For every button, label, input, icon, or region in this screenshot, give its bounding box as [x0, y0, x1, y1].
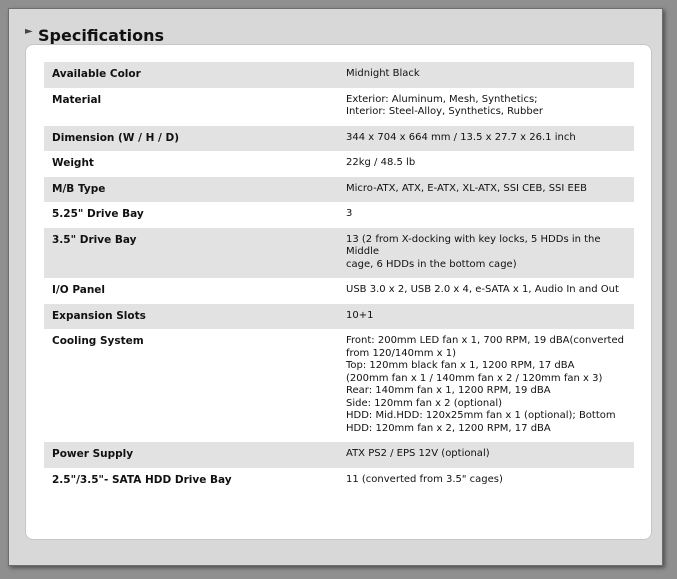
- spec-value: 11 (converted from 3.5" cages): [346, 473, 503, 485]
- spec-row-cooling-system: Cooling System Front: 200mm LED fan x 1,…: [44, 329, 634, 442]
- spec-value: Front: 200mm LED fan x 1, 700 RPM, 19 dB…: [346, 335, 624, 434]
- spec-label: I/O Panel: [52, 284, 106, 296]
- spec-label: M/B Type: [44, 176, 338, 202]
- spec-row-35-drive-bay: 3.5" Drive Bay 13 (2 from X-docking with…: [44, 227, 634, 278]
- spec-value: 13 (2 from X-docking with key locks, 5 H…: [338, 227, 634, 278]
- spec-value: Midnight Black: [338, 62, 634, 88]
- spec-label: Power Supply: [44, 442, 338, 468]
- spec-row-io-panel: I/O Panel USB 3.0 x 2, USB 2.0 x 4, e-SA…: [44, 278, 634, 304]
- spec-row-sata-hdd-drive-bay: 2.5"/3.5"- SATA HDD Drive Bay 11 (conver…: [44, 468, 634, 494]
- spec-row-power-supply: Power Supply ATX PS2 / EPS 12V (optional…: [44, 442, 634, 468]
- specifications-frame: ► Specifications Available Color Midnigh…: [8, 8, 663, 566]
- section-title: Specifications: [38, 26, 164, 45]
- spec-label: 5.25" Drive Bay: [52, 208, 144, 220]
- spec-row-expansion-slots: Expansion Slots 10+1: [44, 303, 634, 329]
- spec-label: Material: [52, 93, 102, 106]
- spec-row-available-color: Available Color Midnight Black: [44, 62, 634, 88]
- spec-label: Weight: [52, 157, 94, 169]
- specifications-table: Available Color Midnight Black Material …: [44, 62, 634, 493]
- spec-value: ATX PS2 / EPS 12V (optional): [338, 442, 634, 468]
- spec-value: 3: [346, 208, 353, 219]
- spec-row-weight: Weight 22kg / 48.5 lb: [44, 151, 634, 177]
- spec-label: Expansion Slots: [44, 303, 338, 329]
- spec-row-525-drive-bay: 5.25" Drive Bay 3: [44, 202, 634, 228]
- spec-value: 344 x 704 x 664 mm / 13.5 x 27.7 x 26.1 …: [338, 125, 634, 151]
- spec-value: 22kg / 48.5 lb: [346, 157, 416, 168]
- spec-value: Micro-ATX, ATX, E-ATX, XL-ATX, SSI CEB, …: [338, 176, 634, 202]
- specifications-panel: Available Color Midnight Black Material …: [25, 44, 652, 540]
- spec-label: Dimension (W / H / D): [44, 125, 338, 151]
- spec-value: USB 3.0 x 2, USB 2.0 x 4, e-SATA x 1, Au…: [346, 284, 619, 295]
- spec-row-dimension: Dimension (W / H / D) 344 x 704 x 664 mm…: [44, 125, 634, 151]
- spec-row-material: Material Exterior: Aluminum, Mesh, Synth…: [44, 88, 634, 126]
- spec-value: Exterior: Aluminum, Mesh, Synthetics; In…: [346, 93, 543, 118]
- spec-label: Available Color: [44, 62, 338, 88]
- spec-value: 10+1: [338, 303, 634, 329]
- section-bullet-icon: ►: [25, 26, 33, 37]
- spec-label: 3.5" Drive Bay: [44, 227, 338, 278]
- spec-row-mb-type: M/B Type Micro-ATX, ATX, E-ATX, XL-ATX, …: [44, 176, 634, 202]
- spec-label: Cooling System: [52, 335, 144, 347]
- spec-label: 2.5"/3.5"- SATA HDD Drive Bay: [52, 473, 232, 486]
